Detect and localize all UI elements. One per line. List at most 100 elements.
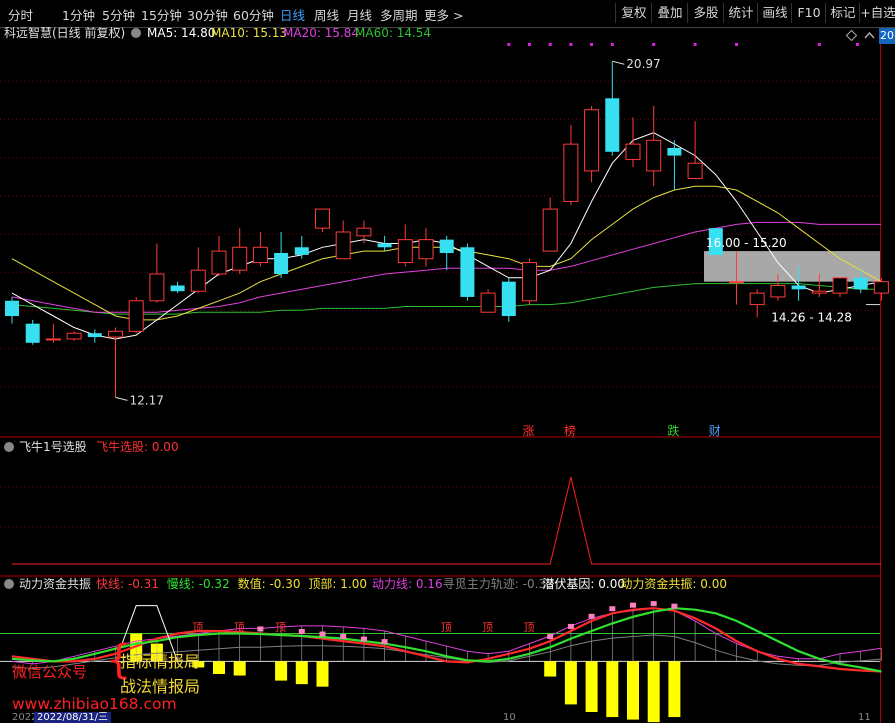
watermark-url: www.zhibiao168.com	[12, 695, 177, 713]
sub1-value: 飞牛选股: 0.00	[96, 439, 179, 454]
multi-stock-button[interactable]: 多股	[687, 3, 724, 23]
candle-body-up	[832, 277, 848, 294]
top-marker	[671, 603, 678, 609]
high-price-label: 20.97	[626, 57, 660, 71]
period-multi[interactable]: 多周期	[380, 5, 418, 24]
event-marker: 涨	[523, 423, 535, 438]
top-label: 顶	[482, 621, 493, 634]
overlay-button[interactable]: 叠加	[651, 3, 688, 23]
sub1-toggle-icon[interactable]	[4, 442, 14, 452]
signal-dot	[590, 43, 594, 46]
top-dots	[507, 43, 859, 46]
candle-body-down	[274, 253, 289, 275]
candle-body-up	[211, 250, 227, 275]
power-bar	[585, 661, 598, 712]
top-label: 顶	[524, 621, 535, 634]
candle-body-up	[625, 143, 641, 160]
power-bar	[627, 661, 639, 720]
candle-body-up	[335, 231, 351, 260]
candle-body-up	[729, 281, 744, 284]
candle-body-down	[460, 247, 475, 297]
dropdown-icon[interactable]	[131, 28, 141, 38]
candle-body-up	[646, 139, 662, 172]
fuquan-button[interactable]: 复权	[615, 3, 652, 23]
signal-dot	[610, 43, 614, 46]
signal-dot	[652, 43, 656, 46]
signal-dot	[817, 43, 821, 46]
sub1-title: 飞牛1号选股	[19, 439, 87, 454]
top-label: 顶	[192, 621, 203, 634]
candle-body-up	[418, 239, 434, 260]
signal-dot	[548, 43, 552, 46]
candle-body-up	[480, 292, 496, 313]
candle-body-up	[873, 281, 889, 294]
cursor-date-label: 2022/08/31/三	[34, 712, 112, 723]
low-price-label: 12.17	[130, 393, 164, 407]
right-panel-tag[interactable]: 20	[879, 28, 895, 44]
candle-body-down	[605, 98, 620, 152]
power-bar	[233, 661, 246, 676]
period-5min[interactable]: 5分钟	[102, 5, 135, 24]
candle-body-up	[770, 284, 786, 298]
sub2-title: 动力资金共振	[19, 576, 91, 591]
ma60-label: MA60: 14.54	[355, 27, 431, 40]
watermark-wechat: 微信公众号	[12, 663, 88, 681]
candle-body-up	[687, 162, 703, 180]
signal-dot	[569, 43, 573, 46]
candle-body-down	[501, 281, 516, 317]
event-marker: 财	[709, 424, 721, 438]
legend-item: 数值: -0.30	[238, 576, 301, 591]
power-bar	[316, 661, 329, 687]
f10-button[interactable]: F10	[791, 3, 826, 23]
candle-body-up	[149, 273, 165, 302]
top-marker	[319, 631, 326, 637]
power-bar	[213, 661, 225, 675]
mark-button[interactable]: 标记	[825, 3, 860, 23]
candle-body-up	[252, 246, 268, 264]
top-label: 顶	[275, 621, 286, 634]
watermark-zhibiao: 指标情报局	[120, 652, 201, 671]
top-marker	[567, 623, 574, 629]
period-more[interactable]: 更多 >	[424, 5, 463, 24]
candle-body-up	[128, 300, 144, 332]
candle-body-up	[563, 143, 579, 202]
period-15min[interactable]: 15分钟	[141, 5, 182, 24]
top-marker	[298, 628, 305, 634]
stats-button[interactable]: 统计	[723, 3, 758, 23]
candle-body-down	[25, 323, 40, 343]
period-daily[interactable]: 日线	[280, 5, 305, 24]
period-30min[interactable]: 30分钟	[187, 5, 228, 24]
candle-body-up	[232, 246, 248, 271]
candle-body-up	[315, 208, 330, 229]
candle-body-up	[356, 227, 372, 237]
candle-body-up	[811, 290, 827, 294]
grid-lines	[0, 80, 880, 662]
range-box-label: 16.00 - 15.20	[706, 236, 787, 250]
sub2-toggle-icon[interactable]	[4, 579, 14, 589]
period-monthly[interactable]: 月线	[347, 5, 372, 24]
candle-body-down	[667, 147, 682, 156]
candle-body-down	[853, 277, 868, 290]
high-pointer	[612, 60, 625, 65]
period-weekly[interactable]: 周线	[314, 5, 339, 24]
event-marker: 榜	[564, 423, 576, 438]
candle-body-up	[45, 338, 61, 341]
candle-body-down	[5, 300, 19, 317]
top-marker	[360, 636, 367, 642]
legend-item: 寻觅主力轨迹: -0.33	[443, 577, 554, 591]
panel-separators	[0, 27, 881, 723]
period-1min[interactable]: 1分钟	[62, 5, 95, 24]
candle-body-down	[791, 285, 806, 290]
month-tick-10: 10	[503, 712, 516, 723]
ma5-label: MA5: 14.80	[147, 27, 215, 40]
chart-canvas: 20.97 12.17 16.00 - 15.20 14.26 - 14.28 涨 榜 跌 财…	[0, 27, 889, 723]
expand-up-icon[interactable]	[864, 30, 875, 41]
candle-body-down	[87, 333, 102, 338]
draw-line-button[interactable]: 画线	[757, 3, 792, 23]
range-label: 14.26 - 14.28	[771, 311, 852, 325]
period-60min[interactable]: 60分钟	[233, 5, 274, 24]
feiniu-signal-line	[12, 476, 882, 565]
diamond-icon[interactable]	[846, 30, 857, 41]
period-fenshi[interactable]: 分时	[8, 5, 33, 24]
add-watchlist-button[interactable]: +自选	[859, 3, 895, 23]
